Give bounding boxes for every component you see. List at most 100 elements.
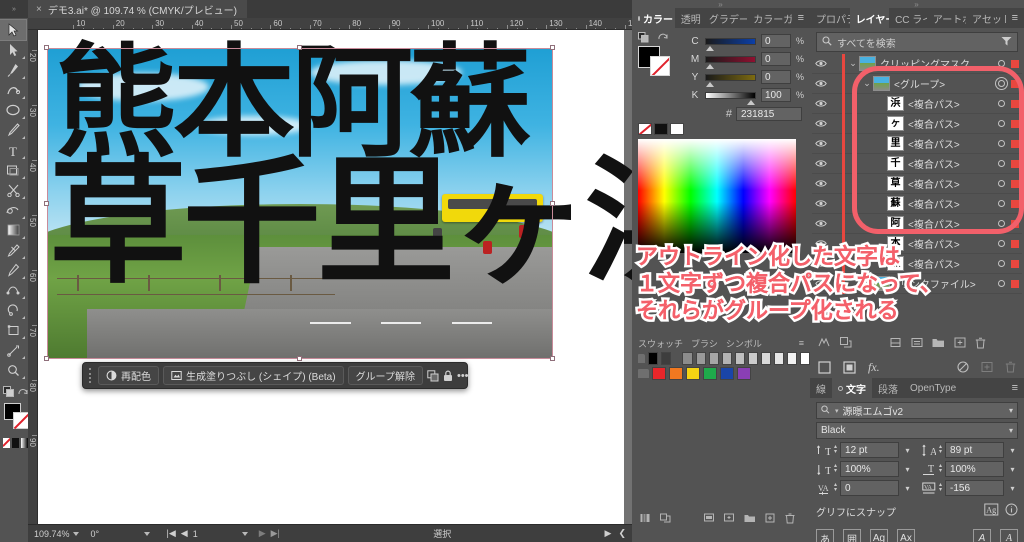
- next-artboard-icon[interactable]: ▶: [259, 528, 266, 539]
- yellow-slider-track[interactable]: [705, 74, 756, 81]
- folder-icon[interactable]: [638, 354, 645, 363]
- gradient-tool[interactable]: [0, 220, 26, 240]
- cyan-slider-thumb[interactable]: [706, 46, 714, 51]
- horizontal-scale-stepper[interactable]: ▴▾: [939, 464, 942, 474]
- new-layer-folder-icon[interactable]: [932, 337, 945, 352]
- swatch-chip[interactable]: [800, 352, 810, 365]
- swatch-chip[interactable]: [761, 352, 771, 365]
- eye-icon[interactable]: [812, 159, 830, 168]
- disclosure-triangle-icon[interactable]: ⌄: [847, 58, 859, 69]
- eye-icon[interactable]: [812, 219, 830, 228]
- drag-handle[interactable]: [89, 368, 91, 383]
- tracking-value[interactable]: -156: [945, 480, 1004, 496]
- snap-to-glyph-row[interactable]: グリフにスナップ Ag: [816, 503, 1018, 519]
- chevron-down-icon[interactable]: ▾: [902, 446, 913, 455]
- filter-icon[interactable]: [1001, 36, 1012, 49]
- swap-target-icon[interactable]: [638, 32, 650, 43]
- cyan-slider-track[interactable]: [705, 38, 756, 45]
- panel-collapse-handle[interactable]: »: [632, 0, 810, 8]
- selection-bounding-box[interactable]: [47, 48, 553, 359]
- font-style-select[interactable]: Black ▾: [816, 422, 1018, 439]
- delete-icon[interactable]: [1005, 361, 1016, 373]
- zoom-tool[interactable]: [0, 360, 26, 380]
- cyan-slider-row[interactable]: C 0 %: [690, 32, 804, 50]
- swatch-chip[interactable]: [737, 367, 751, 380]
- swap-arrow-icon[interactable]: [658, 32, 669, 42]
- magenta-slider-track[interactable]: [705, 56, 756, 63]
- add-swatch-icon[interactable]: [765, 513, 776, 526]
- tab-opentype[interactable]: OpenType: [904, 378, 962, 398]
- status-nav-icons[interactable]: ▶ ❮: [599, 525, 632, 542]
- panel-menu-icon[interactable]: ≡: [1006, 8, 1024, 28]
- scale-tool[interactable]: [0, 340, 26, 360]
- black-slider-row[interactable]: K 100 %: [690, 86, 804, 104]
- tab-color[interactable]: カラー: [632, 8, 675, 28]
- selection-handle[interactable]: [550, 45, 555, 50]
- faux-italic-icon[interactable]: A: [1000, 529, 1018, 542]
- target-circle-icon[interactable]: [994, 280, 1008, 287]
- magenta-slider-row[interactable]: M 0 %: [690, 50, 804, 68]
- color-mode-swatches[interactable]: [0, 438, 28, 448]
- layer-name[interactable]: <複合パス>: [908, 236, 994, 251]
- gray-swatch-row[interactable]: [632, 350, 810, 365]
- cyan-value[interactable]: 0: [761, 34, 791, 48]
- panel-menu-icon[interactable]: ≡: [792, 8, 810, 28]
- artboard-number[interactable]: 1: [193, 529, 237, 539]
- last-artboard-icon[interactable]: ▶|: [271, 528, 280, 539]
- swatch-chip[interactable]: [682, 352, 692, 365]
- swatch-chip[interactable]: [722, 352, 732, 365]
- swatch-chip[interactable]: [735, 352, 745, 365]
- tab-assets[interactable]: アセット: [966, 8, 1006, 28]
- selection-handle[interactable]: [550, 356, 555, 361]
- layer-row[interactable]: 本<複合パス>: [812, 234, 1022, 254]
- appearance-bar[interactable]: fx.: [810, 356, 1024, 378]
- no-effect-icon[interactable]: [957, 361, 969, 373]
- prev-artboard-icon[interactable]: ◀: [181, 528, 188, 539]
- artboard-tool[interactable]: [0, 160, 26, 180]
- swatch-chip[interactable]: [669, 367, 683, 380]
- panel-menu-icon[interactable]: ≡: [799, 338, 810, 348]
- chevron-down-icon[interactable]: [242, 532, 248, 536]
- selection-square[interactable]: [1008, 260, 1022, 268]
- toolbox-expand-handle[interactable]: »: [0, 0, 28, 18]
- eye-icon[interactable]: [812, 199, 830, 208]
- free-transform-tool[interactable]: [0, 320, 26, 340]
- font-family-value[interactable]: 源暻エムゴv2: [843, 403, 904, 418]
- color-shortcut-swatches[interactable]: [638, 123, 804, 135]
- none-swatch[interactable]: [638, 123, 652, 135]
- delete-layer-icon[interactable]: [975, 337, 986, 352]
- eye-icon[interactable]: [812, 119, 830, 128]
- new-swatch-icon[interactable]: [724, 513, 735, 526]
- paintbrush-tool[interactable]: [0, 120, 26, 140]
- curvature-tool[interactable]: [0, 80, 26, 100]
- selection-handle[interactable]: [297, 356, 302, 361]
- swatch-chip[interactable]: [661, 352, 671, 365]
- horizontal-scale-value[interactable]: 100%: [945, 461, 1004, 477]
- release-to-layers-icon[interactable]: [840, 337, 852, 351]
- blend-tool[interactable]: [0, 280, 26, 300]
- panel-fill-stroke-swatches[interactable]: [638, 32, 682, 74]
- panel-menu-icon[interactable]: ≡: [1006, 378, 1024, 398]
- font-size-field[interactable]: T ▴▾ 12 pt ▾: [816, 442, 913, 458]
- yellow-slider-row[interactable]: Y 0 %: [690, 68, 804, 86]
- ungroup-button[interactable]: グループ解除: [348, 366, 423, 385]
- kerning-stepper[interactable]: ▴▾: [834, 483, 837, 493]
- hex-row[interactable]: # 231815: [638, 107, 804, 121]
- new-layer-icon[interactable]: [954, 337, 966, 352]
- layer-name[interactable]: <複合パス>: [908, 256, 994, 271]
- proportional-metrics-icon[interactable]: Ag: [870, 529, 888, 542]
- black-slider-thumb[interactable]: [747, 100, 755, 105]
- layers-footer-group[interactable]: [890, 337, 986, 352]
- recolor-button[interactable]: 再配色: [98, 366, 159, 385]
- font-family-select[interactable]: ▾ 源暻エムゴv2 ▾: [816, 402, 1018, 419]
- tab-color-guide[interactable]: カラーガ: [747, 8, 791, 28]
- layers-search-input[interactable]: すべてを検索: [837, 35, 996, 50]
- kerning-value[interactable]: 0: [840, 480, 899, 496]
- vertical-scale-field[interactable]: T ▴▾ 100% ▾: [816, 461, 913, 477]
- chevron-down-icon[interactable]: ▾: [1007, 446, 1018, 455]
- leading-field[interactable]: A ▴▾ 89 pt ▾: [921, 442, 1018, 458]
- selection-square[interactable]: [1008, 240, 1022, 248]
- eye-icon[interactable]: [812, 179, 830, 188]
- artboard-nav[interactable]: |◀ ◀ 1 ▶ ▶|: [161, 525, 286, 542]
- tracking-field[interactable]: VA ▴▾ -156 ▾: [921, 480, 1018, 496]
